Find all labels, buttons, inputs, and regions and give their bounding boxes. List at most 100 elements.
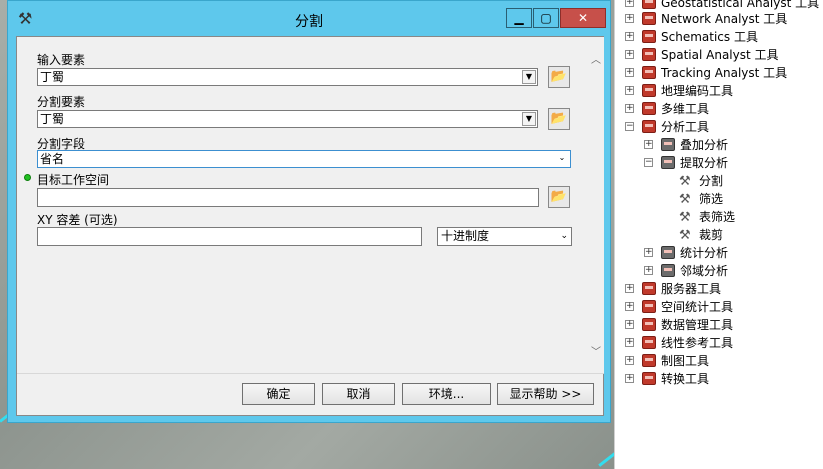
tree-item-label: 提取分析 (680, 156, 729, 170)
tree-item[interactable]: + 服务器工具 (615, 280, 823, 298)
toolset-icon (661, 138, 675, 151)
chevron-down-icon[interactable]: ⌄ (560, 228, 568, 245)
chevron-up-icon[interactable]: ︿ (590, 51, 602, 66)
chevron-down-icon[interactable]: ⌄ (555, 152, 569, 166)
tree-item[interactable]: + 多维工具 (615, 100, 823, 118)
expand-icon[interactable]: + (625, 374, 634, 383)
folder-open-icon[interactable]: 📂 (548, 108, 570, 130)
toolbox-icon (642, 48, 656, 61)
collapse-icon[interactable]: − (644, 158, 653, 167)
dialog-client: 输入要素 丁蜀 ▼ 📂 分割要素 丁蜀 ▼ 📂 分割字段 省名 ⌄ 目标工作空间 (16, 36, 604, 416)
expand-icon[interactable]: + (644, 248, 653, 257)
tree-item[interactable]: + 线性参考工具 (615, 334, 823, 352)
xy-unit-select[interactable]: 十进制度 ⌄ (437, 227, 572, 246)
expand-icon[interactable]: + (625, 320, 634, 329)
chevron-down-icon[interactable]: ▼ (522, 112, 536, 126)
tree-item[interactable]: + Network Analyst 工具 (615, 10, 823, 28)
tree-item[interactable]: − 分析工具 (615, 118, 823, 136)
expand-icon[interactable]: + (625, 50, 634, 59)
button-bar: 确定 取消 环境... 显示帮助 >> (17, 373, 604, 416)
xy-tolerance-input[interactable] (37, 227, 422, 246)
tree-item-tool[interactable]: ⚒ 分割 (615, 172, 823, 190)
toolbox-icon (642, 0, 656, 9)
toolbox-icon (642, 336, 656, 349)
tree-item[interactable]: − 提取分析 (615, 154, 823, 172)
tree-item[interactable]: + 制图工具 (615, 352, 823, 370)
environments-button[interactable]: 环境... (402, 383, 491, 405)
toolbox-icon (642, 30, 656, 43)
toolbox-icon (642, 102, 656, 115)
folder-open-icon[interactable]: 📂 (548, 186, 570, 208)
expand-icon[interactable]: + (625, 338, 634, 347)
expand-icon[interactable]: + (625, 104, 634, 113)
maximize-button[interactable]: ▢ (533, 8, 559, 28)
minimize-button[interactable]: ▁ (506, 8, 532, 28)
tree-item[interactable]: + 转换工具 (615, 370, 823, 388)
toolbox-tree: + Geostatistical Analyst 工具 + Network An… (614, 0, 823, 469)
expand-icon[interactable]: + (625, 68, 634, 77)
expand-icon[interactable]: + (644, 140, 653, 149)
split-field-select[interactable]: 省名 ⌄ (37, 150, 571, 168)
tree-item-label: Network Analyst 工具 (661, 12, 788, 26)
toolbox-icon (642, 282, 656, 295)
tree-item-label: 表筛选 (699, 210, 736, 224)
split-features-label: 分割要素 (37, 95, 86, 109)
tree-item-label: Schematics 工具 (661, 30, 758, 44)
tree-item-label: 多维工具 (661, 102, 710, 116)
tree-item-label: Tracking Analyst 工具 (661, 66, 788, 80)
cancel-button[interactable]: 取消 (322, 383, 395, 405)
toolset-icon (661, 246, 675, 259)
split-dialog: ⚒ 分割 ▁ ▢ ✕ 输入要素 丁蜀 ▼ 📂 分割要素 丁蜀 ▼ 📂 分割字段 … (7, 0, 611, 423)
input-features-label: 输入要素 (37, 53, 86, 67)
xy-tolerance-label: XY 容差 (可选) (37, 213, 118, 227)
target-workspace-input[interactable] (37, 188, 539, 207)
collapse-icon[interactable]: − (625, 122, 634, 131)
tree-item-label: 分割 (699, 174, 724, 188)
tree-item[interactable]: + 地理编码工具 (615, 82, 823, 100)
tree-item-label: 邻域分析 (680, 264, 729, 278)
tree-item[interactable]: + 空间统计工具 (615, 298, 823, 316)
tree-item[interactable]: + Tracking Analyst 工具 (615, 64, 823, 82)
tree-item-label: 服务器工具 (661, 282, 722, 296)
hammer-icon: ⚒ (679, 210, 691, 225)
tree-item[interactable]: + 邻域分析 (615, 262, 823, 280)
close-button[interactable]: ✕ (560, 8, 606, 28)
toolbox-icon (642, 318, 656, 331)
tree-item-tool[interactable]: ⚒ 裁剪 (615, 226, 823, 244)
chevron-down-icon[interactable]: ▼ (522, 70, 536, 84)
tree-item-label: 空间统计工具 (661, 300, 734, 314)
toolbox-icon (642, 372, 656, 385)
input-features-value: 丁蜀 (40, 70, 65, 84)
hammer-icon: ⚒ (679, 228, 691, 243)
expand-icon[interactable]: + (625, 86, 634, 95)
expand-icon[interactable]: + (625, 356, 634, 365)
tree-item[interactable]: + 数据管理工具 (615, 316, 823, 334)
title-bar[interactable]: ⚒ 分割 ▁ ▢ ✕ (8, 1, 610, 37)
tree-item[interactable]: + Spatial Analyst 工具 (615, 46, 823, 64)
tree-item-label: 叠加分析 (680, 138, 729, 152)
parameter-form: 输入要素 丁蜀 ▼ 📂 分割要素 丁蜀 ▼ 📂 分割字段 省名 ⌄ 目标工作空间 (17, 37, 588, 373)
tree-item-tool[interactable]: ⚒ 筛选 (615, 190, 823, 208)
vertical-scrollbar[interactable]: ︿ ﹀ (588, 37, 604, 373)
chevron-down-icon[interactable]: ﹀ (590, 343, 602, 358)
expand-icon[interactable]: + (625, 0, 634, 7)
tree-item-label: 分析工具 (661, 120, 710, 134)
expand-icon[interactable]: + (625, 284, 634, 293)
split-features-combo[interactable]: 丁蜀 ▼ (37, 110, 538, 128)
expand-icon[interactable]: + (625, 32, 634, 41)
ok-button[interactable]: 确定 (242, 383, 315, 405)
tree-item[interactable]: + 统计分析 (615, 244, 823, 262)
tree-item-tool[interactable]: ⚒ 表筛选 (615, 208, 823, 226)
hammer-icon: ⚒ (679, 174, 691, 189)
tree-item[interactable]: + Schematics 工具 (615, 28, 823, 46)
input-features-combo[interactable]: 丁蜀 ▼ (37, 68, 538, 86)
tree-item-label: 制图工具 (661, 354, 710, 368)
tree-item[interactable]: + 叠加分析 (615, 136, 823, 154)
folder-open-icon[interactable]: 📂 (548, 66, 570, 88)
expand-icon[interactable]: + (644, 266, 653, 275)
split-field-value: 省名 (40, 152, 65, 166)
expand-icon[interactable]: + (625, 302, 634, 311)
show-help-button[interactable]: 显示帮助 >> (497, 383, 594, 405)
toolbox-icon (642, 120, 656, 133)
expand-icon[interactable]: + (625, 14, 634, 23)
